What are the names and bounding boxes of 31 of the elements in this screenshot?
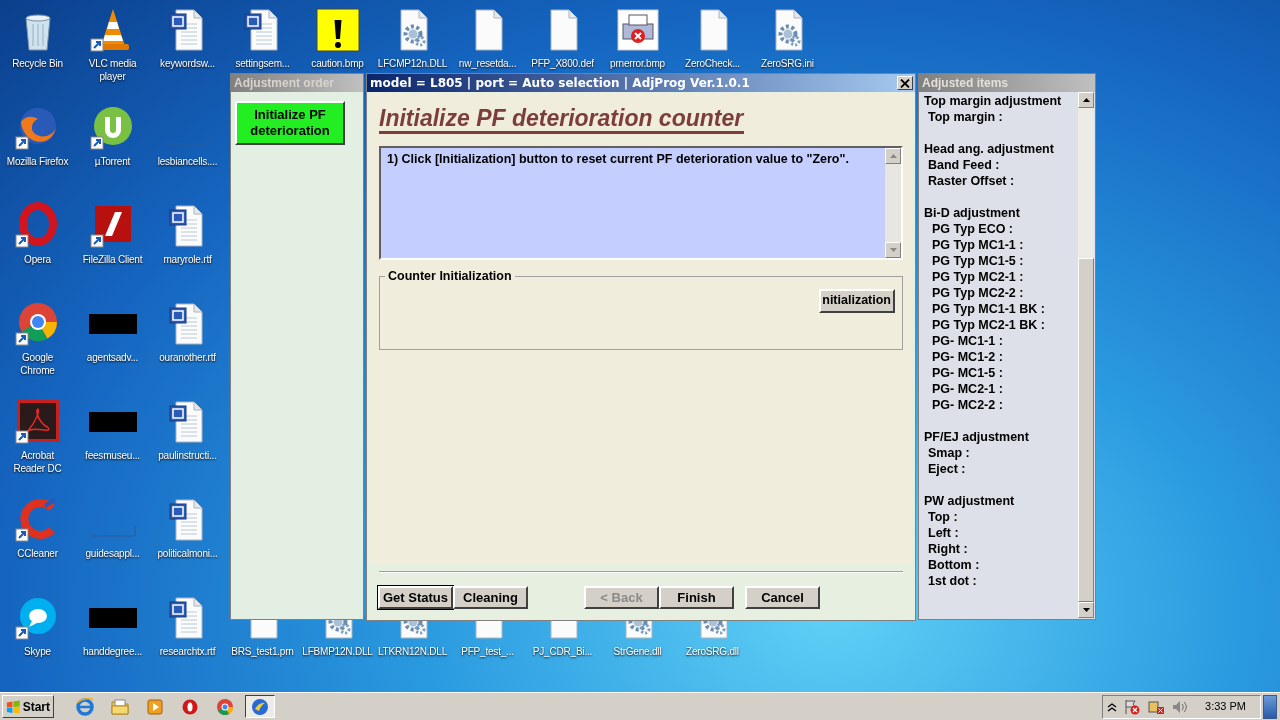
section-heading: PF/EJ adjustment	[924, 429, 1030, 445]
item-label: PG Typ MC2-2 :	[931, 285, 1025, 301]
item-label: Smap :	[927, 445, 971, 461]
window-title: model = L805 | port = Auto selection | AdjProg Ver.1.0.1	[370, 75, 750, 92]
item-label: PG- MC2-2 :	[931, 397, 1004, 413]
item-label: Left :	[927, 525, 960, 541]
page-heading: Initialize PF deterioration counter	[379, 105, 745, 134]
item-label: Eject :	[927, 461, 967, 477]
item-label: PG- MC1-5 :	[931, 365, 1004, 381]
item-label: Top :	[927, 509, 959, 525]
item-label: PG- MC2-1 :	[931, 381, 1004, 397]
item-label: Raster Offset :	[927, 173, 1016, 189]
item-label: PG- MC1-2 :	[931, 349, 1004, 365]
panel-title: Adjusted items	[919, 74, 1095, 92]
item-label: Right :	[927, 541, 969, 557]
item-label: PG Typ MC2-1 :	[931, 269, 1025, 285]
item-label: PG- MC1-1 :	[931, 333, 1004, 349]
item-label: PG Typ MC1-1 BK :	[931, 301, 1046, 317]
item-label: Bottom :	[927, 557, 981, 573]
item-label: PG Typ MC2-1 BK :	[931, 317, 1046, 333]
section-heading: Top margin adjustment	[924, 93, 1063, 109]
item-label: Band Feed :	[927, 157, 1001, 173]
item-label: 1st dot :	[927, 573, 978, 589]
item-label: PG Typ MC1-1 :	[931, 237, 1025, 253]
item-label: Top margin :	[927, 109, 1004, 125]
section-heading: PW adjustment	[924, 493, 1016, 509]
item-label: PG Typ ECO :	[931, 221, 1015, 237]
section-heading: Bi-D adjustment	[924, 205, 1021, 221]
section-heading: Head ang. adjustment	[924, 141, 1055, 157]
instructions-text: 1) Click [Initialization] button to reset current PF deterioration value to "Zero".	[386, 151, 850, 168]
item-label: PG Typ MC1-5 :	[931, 253, 1025, 269]
